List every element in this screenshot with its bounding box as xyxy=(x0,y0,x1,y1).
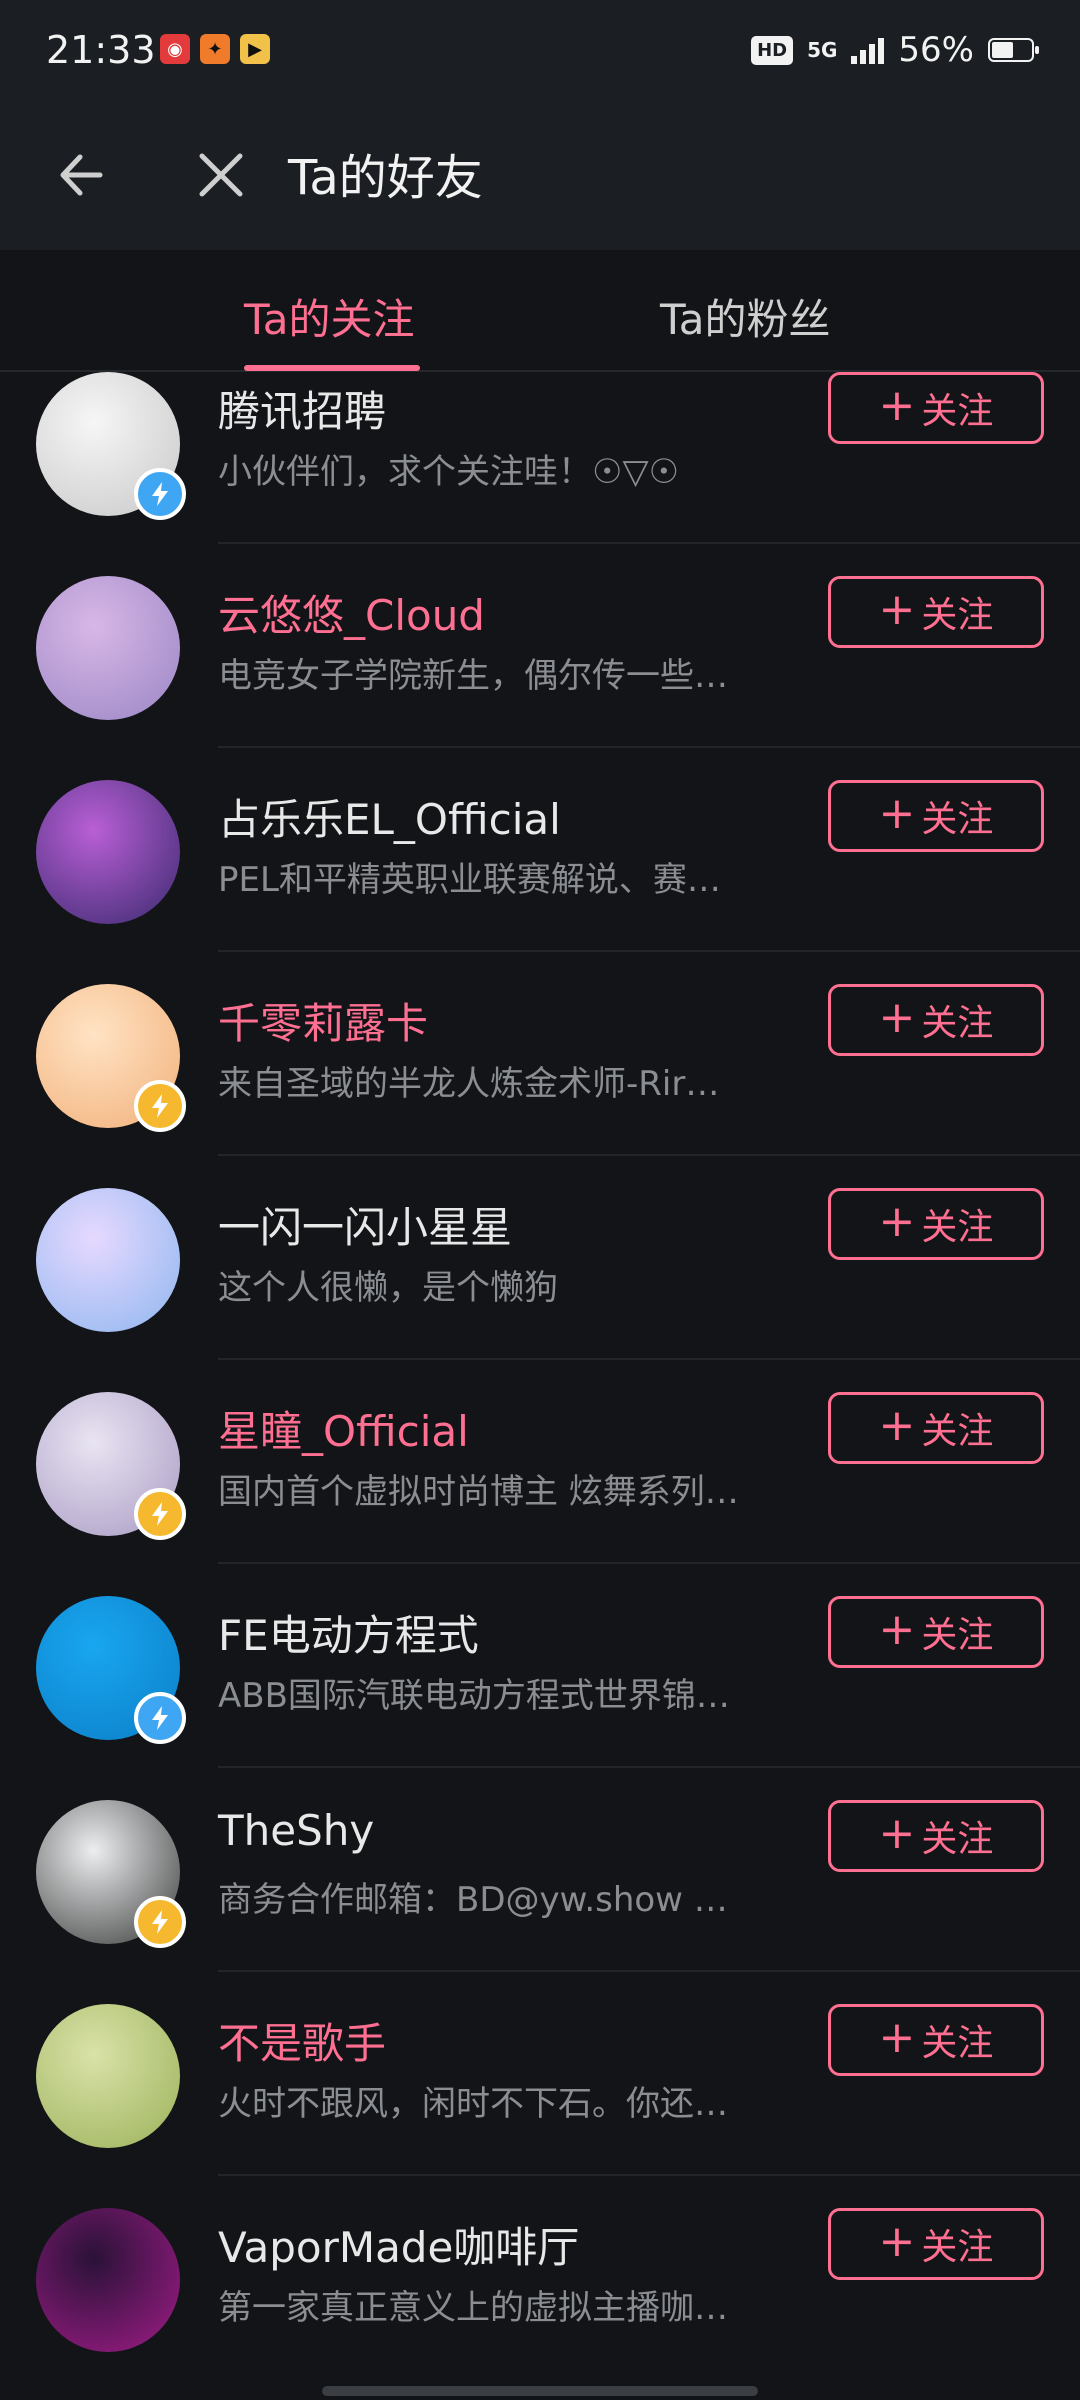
plus-icon: + xyxy=(878,992,916,1043)
plus-icon: + xyxy=(878,1604,916,1655)
list-item[interactable]: 占乐乐EL_Official PEL和平精英职业联赛解说、赛… + 关注 xyxy=(0,748,1080,952)
list-item[interactable]: TheShy 商务合作邮箱：BD@yw.show … + 关注 xyxy=(0,1768,1080,1972)
list-item[interactable]: 腾讯招聘小伙伴们，求个关注哇！☉▽☉ + 关注 xyxy=(0,372,1080,544)
user-name[interactable]: 千零莉露卡 xyxy=(218,990,428,1051)
tab-fans[interactable]: Ta的粉丝 xyxy=(660,286,830,347)
user-name[interactable]: 腾讯招聘 xyxy=(218,378,386,439)
lightning-badge-icon xyxy=(134,1488,186,1540)
follow-label: 关注 xyxy=(921,1819,994,1860)
follow-label: 关注 xyxy=(921,799,994,840)
follow-label: 关注 xyxy=(921,391,994,432)
list-item[interactable]: 不是歌手火时不跟风，闲时不下石。你还… + 关注 xyxy=(0,1972,1080,2176)
list-item[interactable]: 云悠悠_Cloud 电竞女子学院新生，偶尔传一些… + 关注 xyxy=(0,544,1080,748)
follow-label: 关注 xyxy=(921,595,994,636)
user-bio: 国内首个虚拟时尚博主 炫舞系列… xyxy=(218,1472,739,1512)
user-bio: 来自圣域的半龙人炼金术师-Rir… xyxy=(218,1064,720,1104)
user-bio: PEL和平精英职业联赛解说、赛… xyxy=(218,860,721,900)
game-app-icon: ✦ xyxy=(200,34,230,64)
user-name[interactable]: FE电动方程式 xyxy=(218,1602,479,1663)
girl-avatar[interactable] xyxy=(36,576,180,720)
user-bio: 商务合作邮箱：BD@yw.show … xyxy=(218,1880,728,1920)
vapor-maid-logo[interactable] xyxy=(36,2208,180,2352)
plus-icon: + xyxy=(878,788,916,839)
network-label: 5G xyxy=(807,38,838,62)
user-name[interactable]: TheShy xyxy=(218,1806,374,1855)
active-tab-indicator xyxy=(244,365,420,371)
follow-label: 关注 xyxy=(921,1003,994,1044)
follow-label: 关注 xyxy=(921,2227,994,2268)
close-button[interactable] xyxy=(186,140,256,210)
status-app-icons: ◉ ✦ ▶ xyxy=(160,34,270,64)
top-bar: Ta的好友 xyxy=(0,100,1080,250)
bunny-avatar[interactable] xyxy=(36,1188,180,1332)
follow-button[interactable]: + 关注 xyxy=(828,1800,1044,1872)
list-item[interactable]: 一闪一闪小星星这个人很懒，是个懒狗 + 关注 xyxy=(0,1156,1080,1360)
lightning-badge-icon xyxy=(134,1896,186,1948)
status-time: 21:33 xyxy=(46,28,156,72)
follow-label: 关注 xyxy=(921,1207,994,1248)
lightning-badge-icon xyxy=(134,468,186,520)
user-bio: 这个人很懒，是个懒狗 xyxy=(218,1268,558,1308)
follow-label: 关注 xyxy=(921,1615,994,1656)
tab-bar: Ta的关注 Ta的粉丝 xyxy=(0,250,1080,372)
user-bio: 电竞女子学院新生，偶尔传一些… xyxy=(218,656,728,696)
pig-avatar[interactable] xyxy=(36,2004,180,2148)
plus-icon: + xyxy=(878,2216,916,2267)
video-app-icon: ▶ xyxy=(240,34,270,64)
plus-icon: + xyxy=(878,2012,916,2063)
lightning-badge-icon xyxy=(134,1080,186,1132)
follow-button[interactable]: + 关注 xyxy=(828,372,1044,444)
user-name[interactable]: 一闪一闪小星星 xyxy=(218,1194,512,1255)
back-button[interactable] xyxy=(50,140,120,210)
netease-music-icon: ◉ xyxy=(160,34,190,64)
home-indicator[interactable] xyxy=(322,2386,758,2396)
plus-icon: + xyxy=(878,1400,916,1451)
tab-following[interactable]: Ta的关注 xyxy=(244,286,414,347)
page-title: Ta的好友 xyxy=(288,150,483,206)
plus-icon: + xyxy=(878,1808,916,1859)
user-bio: ABB国际汽联电动方程式世界锦… xyxy=(218,1676,730,1716)
lightning-badge-icon xyxy=(134,1692,186,1744)
plus-icon: + xyxy=(878,1196,916,1247)
user-bio: 火时不跟风，闲时不下石。你还… xyxy=(218,2084,728,2124)
plus-icon: + xyxy=(878,380,916,431)
signal-icon xyxy=(851,36,885,64)
follow-button[interactable]: + 关注 xyxy=(828,576,1044,648)
user-name[interactable]: 星瞳_Official xyxy=(218,1398,469,1459)
user-name[interactable]: 不是歌手 xyxy=(218,2010,386,2071)
user-bio: 小伙伴们，求个关注哇！☉▽☉ xyxy=(218,452,680,492)
follow-button[interactable]: + 关注 xyxy=(828,780,1044,852)
list-item[interactable]: VaporMade咖啡厅第一家真正意义上的虚拟主播咖… + 关注 xyxy=(0,2176,1080,2362)
follow-label: 关注 xyxy=(921,2023,994,2064)
battery-fill xyxy=(992,42,1013,58)
user-name[interactable]: 云悠悠_Cloud xyxy=(218,582,485,643)
list-item[interactable]: 千零莉露卡来自圣域的半龙人炼金术师-Rir… + 关注 xyxy=(0,952,1080,1156)
user-name[interactable]: 占乐乐EL_Official xyxy=(218,786,561,847)
follow-button[interactable]: + 关注 xyxy=(828,1596,1044,1668)
list-item[interactable]: 星瞳_Official 国内首个虚拟时尚博主 炫舞系列… + 关注 xyxy=(0,1360,1080,1564)
user-name[interactable]: VaporMade咖啡厅 xyxy=(218,2214,579,2275)
user-bio: 第一家真正意义上的虚拟主播咖… xyxy=(218,2288,728,2328)
status-bar: 21:33 ◉ ✦ ▶ HD 5G 56% xyxy=(0,0,1080,100)
follow-label: 关注 xyxy=(921,1411,994,1452)
follow-button[interactable]: + 关注 xyxy=(828,2004,1044,2076)
status-right: HD 5G 56% xyxy=(751,30,1039,70)
follow-button[interactable]: + 关注 xyxy=(828,2208,1044,2280)
list-item[interactable]: FE电动方程式 ABB国际汽联电动方程式世界锦… + 关注 xyxy=(0,1564,1080,1768)
girl-avatar[interactable] xyxy=(36,780,180,924)
follow-button[interactable]: + 关注 xyxy=(828,1188,1044,1260)
battery-icon xyxy=(988,38,1039,62)
user-list: 腾讯招聘 小伙伴们，求个关注哇！☉▽☉ + 关注 云悠悠_Cloud 电竞女子学院新生，偶… xyxy=(0,372,1080,2362)
follow-button[interactable]: + 关注 xyxy=(828,984,1044,1056)
battery-percent: 56% xyxy=(898,30,974,70)
close-icon xyxy=(199,153,243,197)
follow-button[interactable]: + 关注 xyxy=(828,1392,1044,1464)
arrow-left-icon xyxy=(60,154,103,196)
hd-icon: HD xyxy=(751,35,794,65)
plus-icon: + xyxy=(878,584,916,635)
